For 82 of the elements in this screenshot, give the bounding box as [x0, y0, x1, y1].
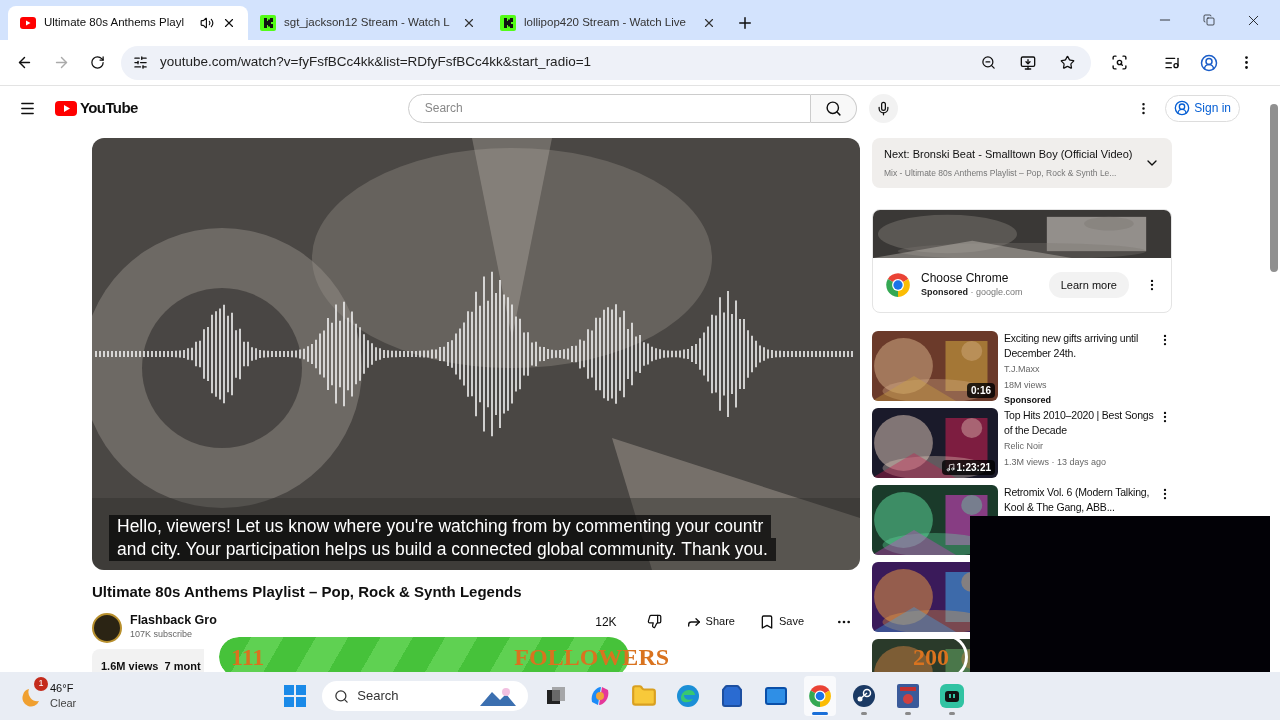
- video-logo-icon: [20, 17, 36, 29]
- learn-more-button[interactable]: Learn more: [1048, 272, 1129, 298]
- speaker-icon[interactable]: [200, 16, 214, 30]
- save-button[interactable]: Save: [758, 613, 804, 630]
- address-bar[interactable]: youtube.com/watch?v=fyFsfBCc4kk&list=RDfyFsfBCc4kk&start_radio=1: [121, 45, 1091, 80]
- voice-search-button[interactable]: [868, 93, 898, 123]
- video-title[interactable]: Retromix Vol. 6 (Modern Talking, Kool & The Gang, ABB...: [1004, 485, 1158, 515]
- browser-tab[interactable]: sgt_jackson12 Stream - Watch L: [248, 6, 488, 40]
- close-tab-icon[interactable]: [222, 16, 236, 30]
- start-icon[interactable]: [284, 685, 307, 707]
- folder-icon: [631, 683, 658, 709]
- game-icon: [897, 684, 920, 708]
- ad-card[interactable]: Choose Chrome Sponsored · google.com Learn more: [872, 209, 1172, 313]
- ad-title: Choose Chrome: [921, 270, 1010, 286]
- site-settings-icon[interactable]: [133, 55, 148, 70]
- mail-icon: [764, 684, 789, 708]
- chrome-logo-icon: [885, 272, 911, 298]
- url-text: youtube.com/watch?v=fyFsfBCc4kk&list=RDfyFsfBCc4kk&start_radio=1: [160, 53, 593, 72]
- goal-target: 200: [913, 643, 949, 672]
- subscriber-count: 107K subscribe: [130, 628, 194, 642]
- search-icon: [334, 688, 350, 704]
- browser-tab[interactable]: lollipop420 Stream - Watch Live: [488, 6, 728, 40]
- zoom-icon[interactable]: [981, 55, 996, 70]
- chrome-icon: [808, 684, 833, 708]
- tab-title: sgt_jackson12 Stream - Watch L: [284, 15, 451, 31]
- task-view-icon: [545, 685, 568, 707]
- channel-name[interactable]: T.J.Maxx: [1004, 363, 1158, 377]
- video-title: Ultimate 80s Anthems Playlist – Pop, Rock & Synth Legends: [92, 582, 523, 602]
- video-player[interactable]: Hello, viewers! Let us know where you're watching from by commenting your countr and city. Your participation helps us build a connected global community. Thank you.: [92, 138, 860, 570]
- play-logo-icon: [55, 100, 77, 116]
- next-video: Next: Bronski Beat - Smalltown Boy (Official Video): [884, 146, 1134, 162]
- description-box[interactable]: 1.6M views 7 mont: [92, 648, 204, 672]
- search-icon: [824, 99, 842, 117]
- install-icon[interactable]: [1020, 54, 1036, 71]
- share-button[interactable]: Share: [685, 613, 735, 630]
- channel-name[interactable]: Flashback Gro: [130, 613, 217, 629]
- sponsored-label: Sponsored: [1004, 394, 1052, 407]
- tab-title: Ultimate 80s Anthems Playl: [44, 15, 185, 31]
- stream-logo-icon: [500, 15, 516, 31]
- music-note-icon: [945, 463, 955, 472]
- store-icon: [720, 684, 745, 708]
- browser-tab[interactable]: Ultimate 80s Anthems Playl: [8, 6, 248, 40]
- follower-count: 111: [231, 643, 265, 672]
- close-tab-icon[interactable]: [702, 16, 716, 30]
- ad-source: Sponsored · google.com: [921, 285, 1024, 299]
- lens-icon[interactable]: [1111, 54, 1128, 71]
- temperature: 46°F: [50, 681, 75, 696]
- video-duration: 0:16: [967, 383, 995, 398]
- video-meta: 1.3M views · 13 days ago: [1004, 455, 1108, 469]
- scrollbar[interactable]: [1270, 104, 1278, 272]
- site-logo[interactable]: YouTube: [55, 96, 138, 120]
- bookmark-star-icon[interactable]: [1060, 55, 1075, 70]
- microphone-icon: [875, 100, 891, 116]
- search-highlight-icon: [480, 686, 517, 706]
- dislike-icon[interactable]: [646, 614, 662, 629]
- video-meta: 18M views: [1004, 378, 1048, 392]
- taskbar-search-field[interactable]: Search: [322, 681, 529, 711]
- new-tab-icon[interactable]: [736, 14, 754, 32]
- stream-logo-icon: [260, 15, 276, 31]
- restore-icon[interactable]: [1203, 14, 1215, 26]
- close-tab-icon[interactable]: [462, 16, 476, 30]
- user-icon: [1174, 100, 1191, 116]
- channel-name[interactable]: Relic Noir: [1004, 440, 1158, 454]
- playlist-name: Mix - Ultimate 80s Anthems Playlist – Pop, Rock & Synth Le...: [884, 167, 1118, 181]
- back-icon[interactable]: [16, 54, 33, 71]
- reload-icon[interactable]: [90, 55, 105, 70]
- video-title[interactable]: Exciting new gifts arriving until December 24th.: [1004, 331, 1158, 361]
- video-duration: 1:23:21: [941, 460, 995, 475]
- robot-icon: [940, 684, 965, 708]
- steam-icon: [852, 684, 877, 708]
- browser-icon: [676, 684, 701, 708]
- next-panel[interactable]: Next: Bronski Beat - Smalltown Boy (Official Video) Mix - Ultimate 80s Anthems Playlist – Pop, Rock & Synth Le...: [872, 138, 1172, 188]
- profile-icon[interactable]: [1200, 53, 1218, 72]
- notification-badge: 1: [34, 677, 48, 691]
- search-button[interactable]: [810, 93, 857, 123]
- view-info: 1.6M views 7 mont: [101, 659, 201, 672]
- like-count[interactable]: 12K: [595, 612, 617, 631]
- video-title[interactable]: Top Hits 2010–2020 | Best Songs of the Decade: [1004, 408, 1158, 438]
- tab-title: lollipop420 Stream - Watch Live: [524, 15, 687, 31]
- logo-text: YouTube: [80, 97, 138, 118]
- weather-condition: Clear: [50, 696, 77, 711]
- channel-avatar[interactable]: [92, 612, 122, 643]
